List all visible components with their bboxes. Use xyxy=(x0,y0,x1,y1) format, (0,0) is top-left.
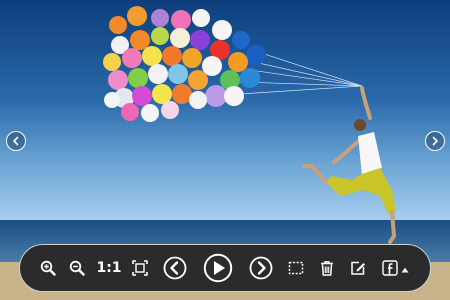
chevron-right-icon xyxy=(432,136,438,146)
actual-size-button[interactable]: 1:1 xyxy=(96,245,122,290)
previous-image-button[interactable] xyxy=(6,131,26,151)
edit-button[interactable] xyxy=(348,245,368,290)
zoom-out-button[interactable] xyxy=(66,245,88,290)
select-area-button[interactable] xyxy=(286,245,306,290)
zoom-in-icon xyxy=(40,260,56,276)
fit-to-screen-button[interactable] xyxy=(129,245,151,290)
next-button[interactable] xyxy=(248,245,274,290)
edit-icon xyxy=(351,261,365,275)
chevron-left-icon xyxy=(163,256,187,279)
trash-icon xyxy=(321,260,333,276)
viewer-toolbar: 1:1 xyxy=(19,244,431,292)
play-icon xyxy=(203,253,233,282)
triangle-up-icon[interactable] xyxy=(401,267,409,273)
actual-size-label: 1:1 xyxy=(96,259,122,276)
next-image-button[interactable] xyxy=(425,131,445,151)
chevron-right-icon xyxy=(249,256,273,279)
play-slideshow-button[interactable] xyxy=(202,245,234,290)
zoom-in-button[interactable] xyxy=(37,245,59,290)
zoom-out-icon xyxy=(69,260,85,276)
share-facebook-button[interactable] xyxy=(378,245,412,290)
delete-button[interactable] xyxy=(317,245,337,290)
selection-icon xyxy=(288,261,304,274)
chevron-left-icon xyxy=(13,136,19,146)
image-viewer: 1:1 xyxy=(0,0,450,300)
fit-to-screen-icon xyxy=(132,259,148,276)
previous-button[interactable] xyxy=(162,245,188,290)
facebook-icon xyxy=(381,259,398,276)
